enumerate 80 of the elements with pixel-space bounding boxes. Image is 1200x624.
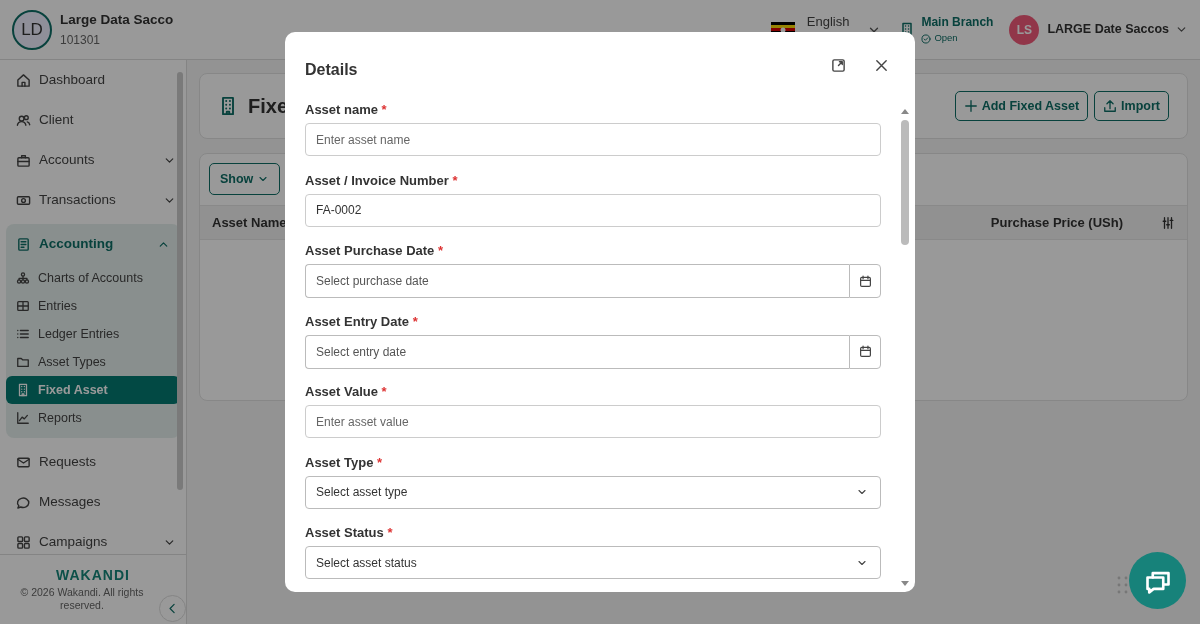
calendar-button[interactable] xyxy=(849,264,881,298)
sidebar-item[interactable]: Dashboard xyxy=(0,60,186,100)
text-field[interactable]: Enter asset value xyxy=(305,405,881,438)
sidebar-item[interactable]: Accounting xyxy=(6,224,180,264)
add-button[interactable]: Add Fixed Asset xyxy=(954,90,1089,122)
calendar-icon xyxy=(858,274,872,288)
brand-logo: WAKANDI xyxy=(55,566,131,585)
required-mark: * xyxy=(437,243,443,258)
table-icon xyxy=(16,299,30,313)
sidebar-subitem[interactable]: Fixed Asset xyxy=(6,376,180,404)
date-field[interactable]: Select purchase date xyxy=(305,264,849,298)
chat-icon xyxy=(16,494,31,510)
upload-icon xyxy=(1103,99,1118,113)
home-icon xyxy=(16,72,31,88)
required-mark: * xyxy=(381,102,387,117)
sidebar-subitem[interactable]: Entries xyxy=(6,292,180,320)
text-field[interactable]: FA-0002 xyxy=(305,193,881,227)
required-mark: * xyxy=(452,172,458,188)
field-label: Asset Type * xyxy=(305,454,384,471)
branch-status: Open xyxy=(934,31,958,46)
sidebar-subitem[interactable]: Reports xyxy=(6,404,180,432)
field-label: Asset / Invoice Number * xyxy=(305,172,459,189)
list-icon xyxy=(16,327,30,341)
sidebar-item[interactable]: Accounts xyxy=(0,140,186,180)
hierarchy-icon xyxy=(16,271,30,285)
sidebar-item[interactable]: Requests xyxy=(0,442,186,482)
field-label: Asset Status * xyxy=(305,525,394,541)
expand-button[interactable] xyxy=(831,58,846,73)
column-header: Asset Name xyxy=(212,213,287,232)
sidebar-subitem[interactable]: Ledger Entries xyxy=(6,320,180,348)
select-field[interactable]: Select asset type xyxy=(305,475,881,509)
dialog-title: Details xyxy=(305,60,358,80)
copyright-text: © 2026 Wakandi. All rights reserved. xyxy=(19,586,145,612)
expand-icon xyxy=(831,58,846,73)
sidebar-subitem[interactable]: Asset Types xyxy=(6,348,180,376)
required-mark: * xyxy=(377,454,383,470)
required-mark: * xyxy=(381,384,387,399)
calendar-button[interactable] xyxy=(849,334,881,369)
sidebar-item[interactable]: Client xyxy=(0,100,186,140)
building-icon xyxy=(16,383,30,397)
folder-icon xyxy=(16,355,30,369)
text-field[interactable]: Enter asset name xyxy=(305,123,881,156)
select-field[interactable]: Select asset status xyxy=(305,546,881,579)
field-label: Asset Value * xyxy=(305,384,388,400)
user-avatar[interactable]: LS xyxy=(1009,14,1040,45)
column-header: Purchase Price (USh) xyxy=(990,213,1123,232)
scrollbar[interactable] xyxy=(177,72,183,490)
date-field[interactable]: Select entry date xyxy=(305,334,849,369)
close-button[interactable] xyxy=(874,58,889,73)
import-button[interactable]: Import xyxy=(1094,90,1169,122)
field-label: Asset name * xyxy=(305,102,388,118)
sliders-icon xyxy=(1161,215,1175,230)
sidebar-item[interactable]: Messages xyxy=(0,482,186,522)
check-circle-icon xyxy=(921,33,932,44)
required-mark: * xyxy=(387,525,393,540)
scrollbar[interactable] xyxy=(899,107,911,587)
chart-icon xyxy=(16,411,30,425)
grid-icon xyxy=(16,534,31,550)
users-icon xyxy=(16,112,31,128)
show-button[interactable]: Show xyxy=(209,163,281,195)
ledger-icon xyxy=(16,236,31,252)
plus-icon xyxy=(963,99,978,113)
drag-handle-icon[interactable] xyxy=(1117,576,1129,594)
collapse-button[interactable] xyxy=(159,595,186,622)
close-icon xyxy=(874,58,889,73)
field-label: Asset Entry Date * xyxy=(305,313,419,330)
chat-button[interactable] xyxy=(1129,552,1186,609)
sidebar-subitem[interactable]: Charts of Accounts xyxy=(6,264,180,292)
field-label: Asset Purchase Date * xyxy=(305,243,444,259)
calendar-icon xyxy=(858,345,872,358)
user-name[interactable]: LARGE Date Saccos xyxy=(1047,20,1169,39)
org-name: Large Data Sacco xyxy=(60,11,174,30)
language-selector[interactable]: English xyxy=(806,15,850,29)
sidebar-item[interactable]: Transactions xyxy=(0,180,186,220)
org-code: 101301 xyxy=(60,31,102,49)
sidebar-item[interactable]: Campaigns xyxy=(0,522,186,562)
org-avatar: LD xyxy=(12,9,52,50)
briefcase-icon xyxy=(16,152,31,168)
required-mark: * xyxy=(412,313,418,329)
branch-name[interactable]: Main Branch xyxy=(921,13,994,32)
